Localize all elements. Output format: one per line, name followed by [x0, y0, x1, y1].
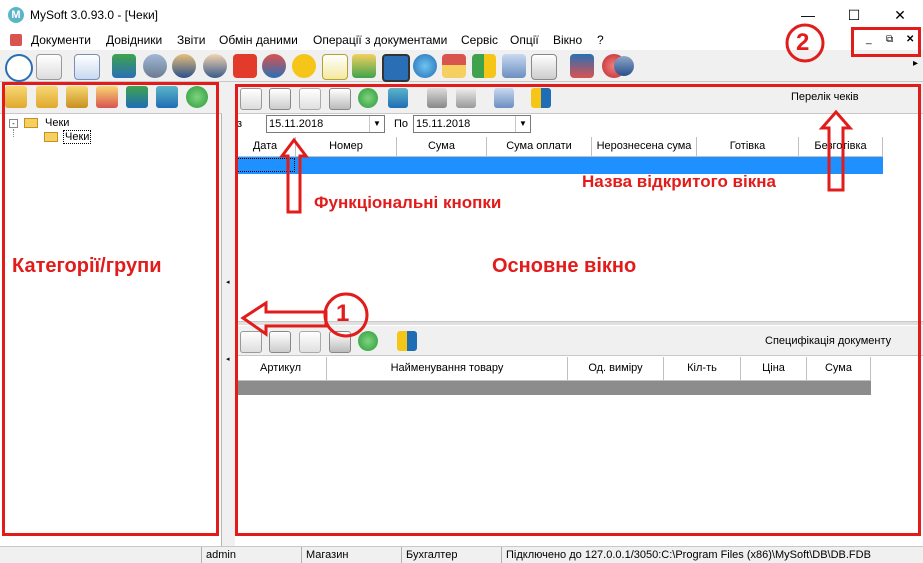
left-arrow-icon — [240, 300, 328, 337]
marker-1-label: 1 — [336, 300, 350, 327]
up-arrow-icon — [818, 109, 854, 192]
annotation-arrows — [240, 23, 854, 338]
up-arrow-icon — [279, 137, 309, 214]
marker-2-label: 2 — [796, 29, 810, 56]
